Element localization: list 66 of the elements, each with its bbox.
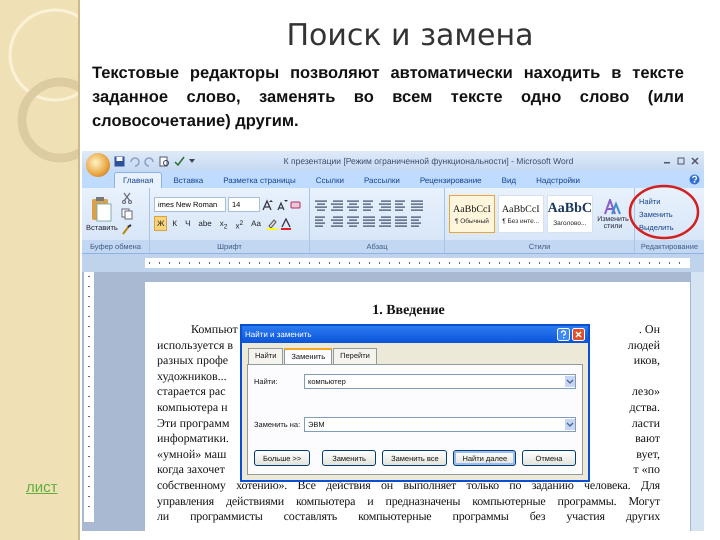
document-text: вует, bbox=[636, 446, 660, 462]
format-button[interactable]: К bbox=[169, 216, 180, 231]
ribbon-tab[interactable]: Надстройки bbox=[527, 172, 590, 188]
document-text: разных профе bbox=[157, 353, 228, 369]
styles-icon bbox=[604, 198, 622, 214]
document-text: ли программисты составлять компьютерные программы без участия других bbox=[157, 509, 660, 525]
help-icon[interactable] bbox=[689, 174, 700, 185]
format-button[interactable]: x$^{2}$ bbox=[232, 216, 246, 231]
document-text: компьютера н bbox=[157, 400, 228, 416]
help-icon[interactable] bbox=[557, 328, 570, 341]
align-left-icon[interactable] bbox=[314, 216, 328, 228]
cut-icon[interactable] bbox=[120, 192, 133, 204]
document-heading: 1. Введение bbox=[371, 302, 446, 320]
document-text: дства. bbox=[629, 400, 660, 416]
document-text: Эти программ bbox=[157, 416, 230, 432]
document-text: управления действиями компьютера и предназначены компьютерные программы. Могут bbox=[157, 494, 660, 510]
ribbon-tab[interactable]: Вставка bbox=[164, 172, 212, 188]
copy-icon[interactable] bbox=[120, 208, 133, 220]
document-text: используется в bbox=[157, 338, 234, 354]
clipboard-icon bbox=[90, 196, 113, 222]
document-text: . Он bbox=[638, 322, 660, 338]
ribbon-tab[interactable]: Ссылки bbox=[306, 172, 353, 188]
document-text: людей bbox=[628, 338, 660, 354]
ribbon-tab[interactable]: Рецензирование bbox=[410, 172, 491, 188]
format-button[interactable]: x$_{2}$ bbox=[216, 216, 230, 231]
spelling-icon[interactable] bbox=[174, 156, 185, 166]
ribbon-tab[interactable]: Рассылки bbox=[354, 172, 409, 188]
print-preview-icon[interactable] bbox=[159, 156, 170, 166]
grow-font-icon[interactable] bbox=[262, 198, 274, 210]
document-text: старается рас bbox=[157, 384, 226, 400]
align-right-icon[interactable] bbox=[346, 216, 360, 228]
customize-caret-icon[interactable] bbox=[189, 158, 195, 164]
highlight-icon[interactable] bbox=[266, 218, 278, 230]
slide-text: Текстовые редакторы позволяют автоматически находить в тексте заданное слово, заменять во всем тексте одно слово (или словосочетание) другим. bbox=[92, 63, 684, 132]
close-icon[interactable] bbox=[690, 156, 700, 166]
document-text: художников... bbox=[157, 368, 227, 384]
shrink-font-icon[interactable] bbox=[276, 198, 288, 210]
dropdown-icon[interactable] bbox=[565, 376, 575, 386]
format-button[interactable]: Aa bbox=[248, 216, 264, 231]
document-text: лезо» bbox=[632, 384, 660, 400]
font-color-icon[interactable] bbox=[280, 218, 292, 230]
format-painter-icon[interactable] bbox=[120, 224, 133, 236]
maximize-icon[interactable] bbox=[676, 156, 686, 166]
clear-format-icon[interactable] bbox=[290, 198, 302, 210]
document-text: информатики. bbox=[157, 431, 229, 447]
align-center-icon[interactable] bbox=[330, 216, 344, 228]
ribbon-tab[interactable]: Главная bbox=[114, 172, 162, 188]
scrollbar[interactable] bbox=[690, 272, 704, 531]
justify-icon[interactable] bbox=[362, 216, 376, 228]
document-text: когда захочет bbox=[157, 462, 225, 478]
ribbon-tab[interactable]: Вид bbox=[492, 172, 526, 188]
dropdown-icon[interactable] bbox=[565, 418, 575, 430]
document-text: «умной» маш bbox=[157, 446, 226, 462]
save-icon[interactable] bbox=[114, 156, 125, 166]
document-text: т «по bbox=[633, 462, 660, 478]
dialog-title: Найти и заменить bbox=[245, 330, 313, 339]
format-button[interactable]: abe bbox=[195, 216, 215, 231]
document-text: иков, bbox=[634, 353, 660, 369]
window-title: К презентации [Режим ограниченной функциональности] - Microsoft Word bbox=[282, 156, 574, 166]
ribbon-tab[interactable]: Разметка страницы bbox=[214, 172, 305, 188]
document-text: ласти bbox=[632, 416, 660, 432]
document-text: Компьют bbox=[191, 322, 238, 338]
format-button[interactable]: Ж bbox=[154, 216, 168, 231]
document-text: вают bbox=[635, 431, 660, 447]
format-button[interactable]: Ч bbox=[182, 216, 194, 231]
slide-title: Поиск и замена bbox=[285, 17, 535, 55]
